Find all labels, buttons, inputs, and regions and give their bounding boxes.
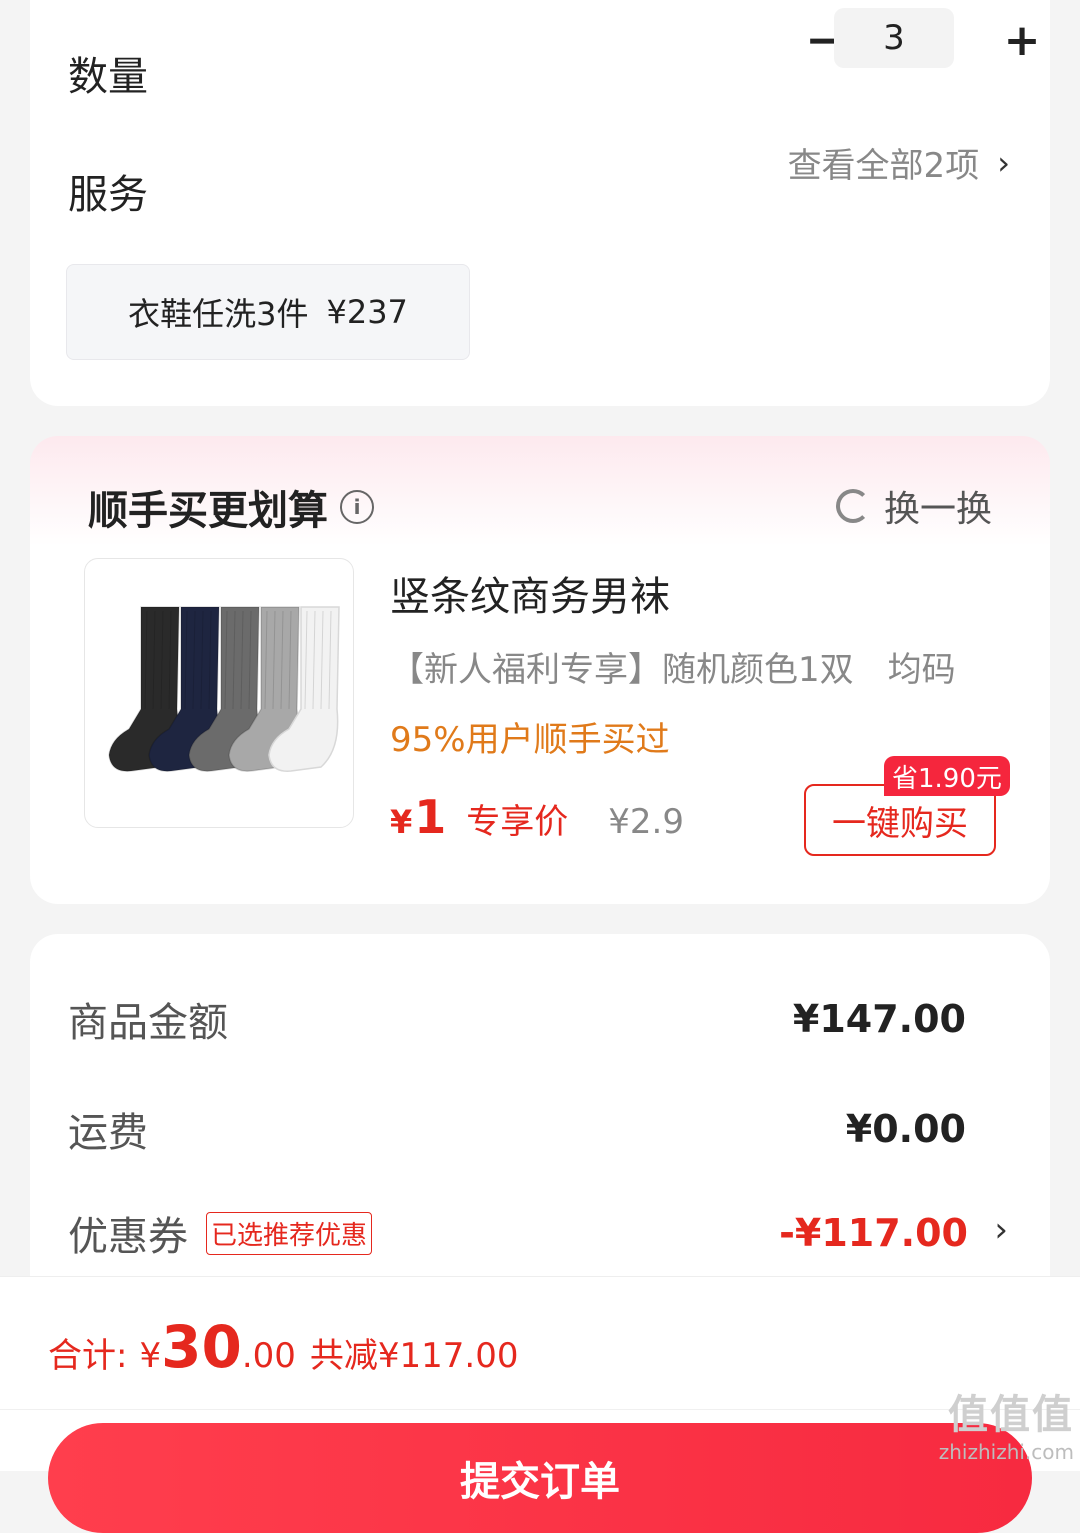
order-options-card: 数量 − 3 + 服务 查看全部2项 › 衣鞋任洗3件 ¥237: [30, 0, 1050, 406]
total-decimal: .00: [241, 1336, 296, 1376]
coupon-value: -¥117.00: [779, 1211, 968, 1255]
add-on-deal-card: 顺手买更划算 i 换一换 竖条纹商务男袜 【新人福利专享】随机颜色1双 均码 9…: [30, 436, 1050, 904]
service-chip-price: ¥237: [326, 293, 408, 331]
price-currency: ¥: [390, 803, 413, 841]
product-price-row: ¥ 1 专享价 ¥2.9: [390, 790, 684, 844]
summary-row-goods: 商品金额 ¥147.00: [68, 990, 966, 1048]
checkout-bar: 合计: ¥ 30 .00 共减¥117.00 提交订单: [0, 1276, 1080, 1533]
refresh-deal-button[interactable]: 换一换: [835, 480, 992, 532]
goods-amount-value: ¥147.00: [792, 997, 966, 1041]
view-all-services-link[interactable]: 查看全部2项 ›: [788, 138, 1010, 187]
info-icon[interactable]: i: [340, 490, 374, 524]
watermark-url: zhizhizhi.com: [938, 1440, 1074, 1464]
quantity-increase-button[interactable]: +: [994, 12, 1050, 68]
goods-amount-label: 商品金额: [68, 1000, 228, 1046]
shipping-label: 运费: [68, 1110, 148, 1156]
quantity-label: 数量: [68, 54, 148, 100]
coupon-label: 优惠券: [68, 1214, 188, 1260]
refresh-label: 换一换: [883, 489, 992, 530]
order-total: 合计: ¥ 30 .00 共减¥117.00: [48, 1313, 519, 1381]
total-integer: 30: [161, 1313, 242, 1381]
product-popularity: 95%用户顺手买过: [390, 720, 670, 760]
chevron-right-icon[interactable]: ›: [994, 1210, 1008, 1250]
original-price: ¥2.9: [608, 802, 684, 842]
refresh-icon: [835, 489, 870, 523]
price-tag: 专享价: [466, 802, 569, 842]
submit-order-button[interactable]: 提交订单: [48, 1423, 1032, 1533]
summary-row-shipping: 运费 ¥0.00: [68, 1100, 966, 1158]
price-value: 1: [414, 790, 447, 844]
watermark-logo: 值值值: [948, 1392, 1074, 1438]
socks-product-image[interactable]: [84, 558, 354, 828]
total-savings: 共减¥117.00: [309, 1336, 519, 1376]
product-spec: 【新人福利专享】随机颜色1双 均码: [390, 650, 956, 690]
service-chip-laundry[interactable]: 衣鞋任洗3件 ¥237: [66, 264, 470, 360]
deal-section-title: 顺手买更划算 i: [88, 478, 374, 536]
view-all-services-text: 查看全部2项: [787, 146, 980, 186]
coupon-selected-tag: 已选推荐优惠: [206, 1211, 373, 1255]
total-label: 合计:: [48, 1336, 128, 1376]
product-name[interactable]: 竖条纹商务男袜: [390, 564, 670, 622]
deal-title-text: 顺手买更划算: [88, 488, 328, 534]
chevron-right-icon: ›: [997, 143, 1010, 182]
total-currency: ¥: [139, 1336, 162, 1376]
watermark: 值值值 zhizhizhi.com: [939, 1382, 1074, 1464]
divider: [0, 1409, 1080, 1410]
quantity-input[interactable]: 3: [834, 8, 954, 68]
service-label: 服务: [68, 172, 148, 218]
service-chip-name: 衣鞋任洗3件: [128, 295, 309, 333]
socks-illustration: [108, 606, 340, 772]
coupon-label-group: 优惠券 已选推荐优惠: [68, 1204, 373, 1262]
savings-badge: 省1.90元: [884, 756, 1010, 796]
shipping-value: ¥0.00: [845, 1107, 966, 1151]
summary-row-coupon[interactable]: 优惠券 已选推荐优惠 -¥117.00: [68, 1204, 968, 1262]
